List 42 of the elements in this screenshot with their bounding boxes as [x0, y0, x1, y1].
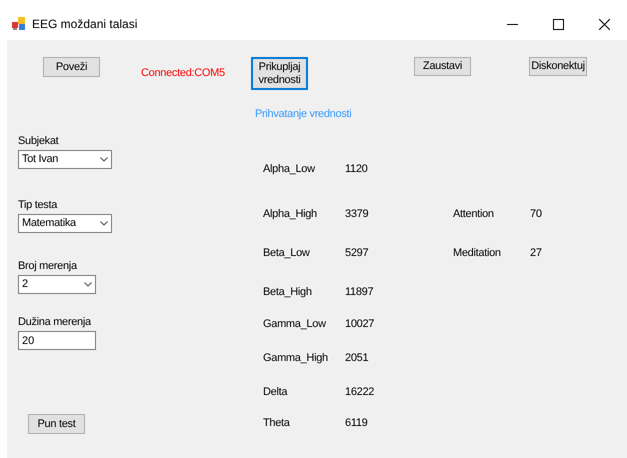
wave-value: 2051	[345, 352, 370, 365]
window-title: EEG moždani talasi	[32, 18, 138, 30]
button[interactable]: Prikupljaj vrednosti	[251, 57, 308, 90]
status-message: Prihvatanje vrednosti	[255, 108, 352, 120]
app-icon	[12, 17, 26, 31]
metric-value: 27	[530, 247, 543, 260]
field-label: Subjekat	[18, 135, 60, 148]
wave-value: 10027	[345, 318, 376, 331]
chevron-icon	[100, 157, 108, 162]
metric-label: Meditation	[453, 247, 502, 260]
wave-value: 6119	[345, 417, 368, 430]
button[interactable]: Poveži	[43, 57, 100, 77]
button[interactable]: Diskonektuj	[529, 57, 587, 76]
connection-status: Connected:COM5	[141, 67, 226, 80]
maximize-icon	[552, 18, 564, 30]
wave-value: 3379	[345, 208, 370, 221]
wave-value: 1120	[345, 163, 368, 176]
wave-label: Beta_Low	[263, 247, 311, 260]
metric-value: 70	[530, 208, 543, 221]
dropdown[interactable]: 2	[18, 275, 96, 294]
wave-value: 5297	[345, 247, 370, 260]
wave-label: Delta	[263, 386, 288, 399]
wave-label: Alpha_Low	[263, 163, 316, 176]
chevron-icon	[100, 221, 108, 226]
wave-value: 16222	[345, 386, 376, 399]
field-label: Tip testa	[18, 199, 58, 212]
wave-value: 11897	[345, 286, 374, 299]
button[interactable]: Zaustavi	[414, 57, 471, 76]
wave-label: Alpha_High	[263, 208, 318, 221]
field-label: Dužina merenja	[18, 316, 92, 329]
field-label: Broj merenja	[18, 260, 78, 273]
run-test-button[interactable]: Pun test	[28, 414, 85, 434]
wave-label: Theta	[263, 417, 291, 430]
dropdown[interactable]: Tot Ivan	[18, 150, 112, 169]
wave-label: Beta_High	[263, 286, 313, 299]
text-field[interactable]: 20	[18, 331, 96, 350]
metric-label: Attention	[453, 208, 495, 221]
chevron-icon	[84, 282, 92, 287]
wave-label: Gamma_High	[263, 352, 329, 365]
wave-label: Gamma_Low	[263, 318, 327, 331]
close-icon	[598, 18, 610, 30]
dropdown[interactable]: Matematika	[18, 214, 112, 233]
